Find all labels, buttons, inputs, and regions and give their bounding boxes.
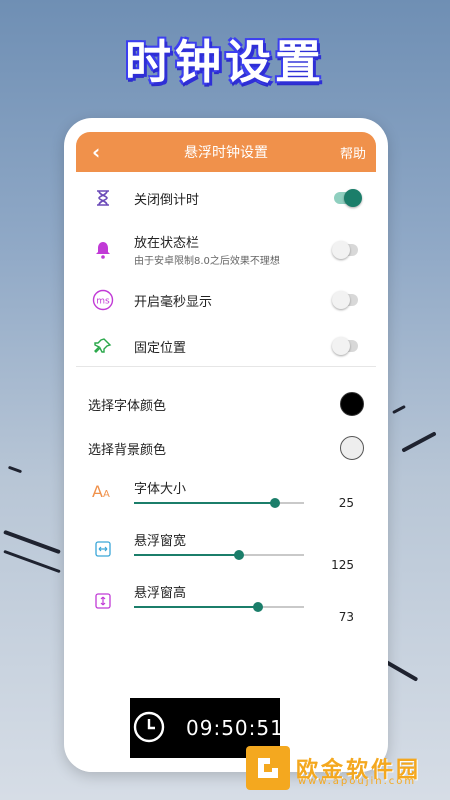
slider-thumb[interactable] [253, 602, 264, 612]
slider-row-width: 悬浮窗宽 125 [76, 524, 376, 584]
slider-label: 字体大小 [134, 482, 187, 497]
statusbar-toggle[interactable] [332, 241, 358, 259]
background-tick [7, 465, 23, 474]
background-tick [401, 431, 437, 453]
brand-url: www.apoujin.com [298, 776, 417, 787]
font-color-row[interactable]: 选择字体颜色 [76, 386, 376, 422]
pin-icon [92, 335, 114, 357]
toggle-row-fixed-position[interactable]: 固定位置 [76, 328, 376, 364]
svg-text:A: A [103, 489, 110, 500]
toggle-label: 关闭倒计时 [134, 192, 200, 208]
settings-panel: 关闭倒计时 放在状态栏 由于安卓限制8.0之后效果不理想 ms 开启毫秒显示 固… [76, 172, 376, 772]
countdown-toggle[interactable] [334, 189, 362, 207]
width-icon [92, 538, 114, 560]
height-icon [92, 590, 114, 612]
svg-text:A: A [92, 482, 103, 501]
slider-label: 悬浮窗宽 [134, 534, 187, 549]
toggle-label: 开启毫秒显示 [134, 294, 213, 310]
font-color-swatch[interactable] [340, 392, 364, 416]
bg-color-row[interactable]: 选择背景颜色 [76, 430, 376, 466]
font-size-icon: AA [92, 480, 114, 502]
toggle-label: 固定位置 [134, 340, 187, 356]
background-tick [3, 549, 61, 574]
bg-color-swatch[interactable] [340, 436, 364, 460]
brand-watermark: 欧金软件园 www.apoujin.com [246, 746, 421, 790]
slider-row-height: 悬浮窗高 73 [76, 576, 376, 636]
toggle-label: 放在状态栏 [134, 236, 200, 251]
slider-value: 125 [331, 558, 354, 572]
background-tick [3, 529, 61, 555]
preview-time: 09:50:51 [186, 716, 284, 740]
slider-thumb[interactable] [234, 550, 245, 560]
ms-icon: ms [92, 289, 114, 311]
slider-label: 悬浮窗高 [134, 586, 187, 601]
milliseconds-toggle[interactable] [332, 291, 358, 309]
slider-thumb[interactable] [270, 498, 281, 508]
toggle-row-countdown[interactable]: 关闭倒计时 [76, 180, 376, 216]
brand-logo-icon [246, 746, 290, 790]
slider-value: 73 [338, 610, 354, 624]
clock-icon [132, 710, 166, 748]
phone-frame: ‹ 悬浮时钟设置 帮助 关闭倒计时 放在状态栏 由于安卓限制8.0之后效果不理想… [64, 118, 388, 772]
fixed-position-toggle[interactable] [332, 337, 358, 355]
toggle-row-milliseconds[interactable]: ms 开启毫秒显示 [76, 282, 376, 318]
page-title: 悬浮时钟设置 [184, 145, 268, 161]
bg-color-label: 选择背景颜色 [88, 442, 167, 458]
hourglass-icon [92, 187, 114, 209]
slider-row-font-size: AA 字体大小 25 [76, 472, 376, 532]
app-bar: ‹ 悬浮时钟设置 帮助 [76, 132, 376, 172]
font-size-slider[interactable] [134, 498, 304, 508]
slider-value: 25 [338, 496, 354, 510]
height-slider[interactable] [134, 602, 304, 612]
hero-title: 时钟设置 [125, 35, 325, 89]
bell-icon [92, 239, 114, 261]
toggle-subtitle: 由于安卓限制8.0之后效果不理想 [134, 256, 280, 267]
font-color-label: 选择字体颜色 [88, 398, 167, 414]
section-divider [76, 366, 376, 367]
background-tick [392, 404, 406, 415]
help-button[interactable]: 帮助 [340, 143, 366, 162]
toggle-row-statusbar[interactable]: 放在状态栏 由于安卓限制8.0之后效果不理想 [76, 228, 376, 272]
svg-text:ms: ms [96, 297, 110, 307]
width-slider[interactable] [134, 550, 304, 560]
